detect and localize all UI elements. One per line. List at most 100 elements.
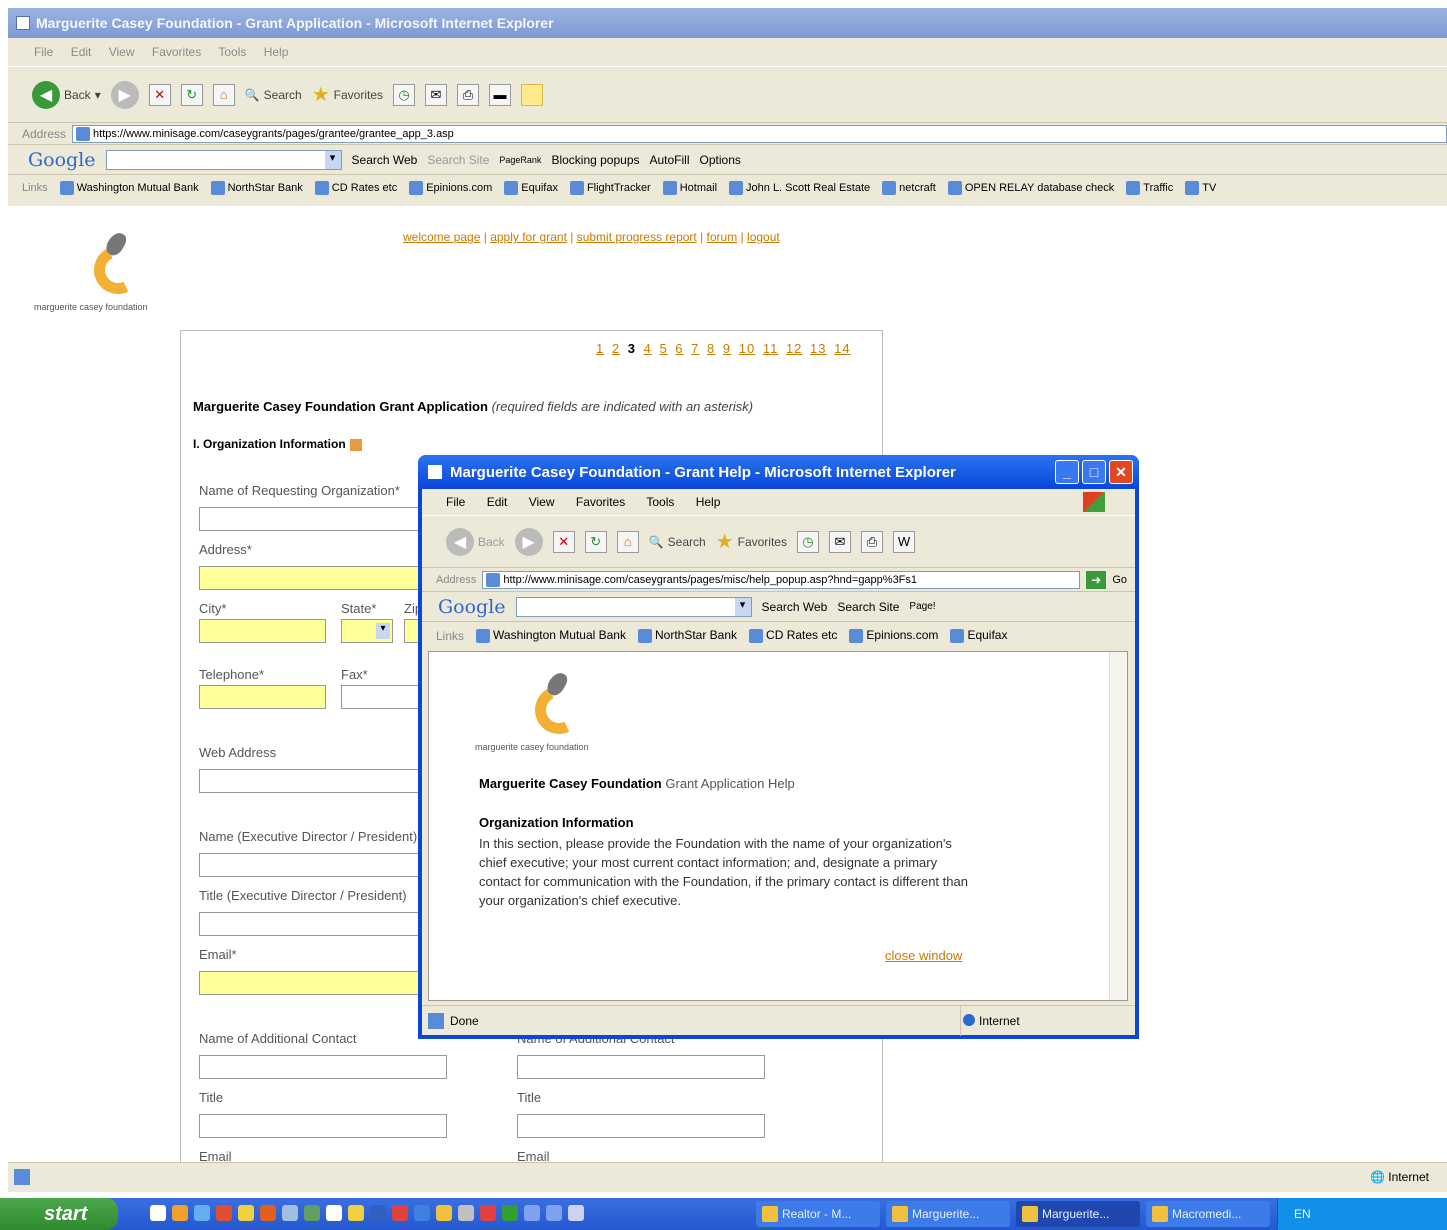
- additional-contact-input-2[interactable]: [517, 1055, 765, 1079]
- home-icon[interactable]: ⌂: [616, 530, 639, 553]
- google-search-input[interactable]: [515, 596, 752, 617]
- link-epinions[interactable]: Epinions.com: [409, 180, 492, 195]
- home-icon[interactable]: ⌂: [212, 83, 235, 106]
- google-search-input[interactable]: [105, 149, 342, 170]
- options-button[interactable]: Options: [700, 153, 741, 167]
- menu-favorites[interactable]: Favorites: [576, 495, 625, 509]
- search-button[interactable]: 🔍 Search: [649, 535, 706, 549]
- quick-launch-icon[interactable]: [480, 1205, 496, 1221]
- link-flighttracker[interactable]: FlightTracker: [569, 180, 651, 195]
- link-traffic[interactable]: Traffic: [1126, 180, 1173, 195]
- taskbar-item[interactable]: Marguerite...: [886, 1201, 1010, 1227]
- popup-address-input[interactable]: http://www.minisage.com/caseygrants/page…: [482, 570, 1081, 589]
- back-button[interactable]: ◀ Back: [446, 527, 505, 556]
- step-link[interactable]: 1: [596, 341, 604, 356]
- popup-blocker-button[interactable]: Blocking popups: [551, 153, 639, 167]
- link-cd-rates[interactable]: CD Rates etc: [314, 180, 397, 195]
- nav-welcome[interactable]: welcome page: [403, 230, 480, 244]
- nav-apply[interactable]: apply for grant: [490, 230, 567, 244]
- step-link[interactable]: 14: [834, 341, 850, 356]
- close-window-link[interactable]: close window: [885, 948, 962, 963]
- quick-launch-icon[interactable]: [326, 1205, 342, 1221]
- quick-launch-icon[interactable]: [458, 1205, 474, 1221]
- link-epinions[interactable]: Epinions.com: [849, 628, 938, 643]
- taskbar-item-active[interactable]: Marguerite...: [1016, 1201, 1140, 1227]
- quick-launch-icon[interactable]: [392, 1205, 408, 1221]
- minimize-button[interactable]: _: [1055, 460, 1079, 484]
- go-arrow-icon[interactable]: ➜: [1086, 570, 1107, 589]
- step-link[interactable]: 7: [691, 341, 699, 356]
- print-icon[interactable]: ⎙: [860, 530, 883, 553]
- language-indicator[interactable]: EN: [1294, 1207, 1311, 1221]
- step-link[interactable]: 8: [707, 341, 715, 356]
- search-button[interactable]: 🔍 Search: [245, 88, 302, 102]
- quick-launch-icon[interactable]: [524, 1205, 540, 1221]
- maximize-button[interactable]: □: [1082, 460, 1106, 484]
- back-button[interactable]: ◀ Back ▾: [32, 80, 101, 109]
- link-washington-mutual[interactable]: Washington Mutual Bank: [59, 180, 199, 195]
- step-link[interactable]: 11: [763, 341, 779, 356]
- history-icon[interactable]: ◷: [796, 530, 819, 553]
- edit-icon[interactable]: ▬: [489, 83, 511, 106]
- web-address-input[interactable]: [199, 769, 449, 793]
- quick-launch-icon[interactable]: [546, 1205, 562, 1221]
- step-link[interactable]: 2: [612, 341, 620, 356]
- search-web-button[interactable]: Search Web: [352, 153, 418, 167]
- favorites-button[interactable]: ★ Favorites: [312, 82, 383, 107]
- menu-edit[interactable]: Edit: [71, 45, 92, 59]
- search-site-button[interactable]: Search Site: [837, 600, 899, 614]
- quick-launch-icon[interactable]: [194, 1205, 210, 1221]
- quick-launch-icon[interactable]: [568, 1205, 584, 1221]
- taskbar-item[interactable]: Realtor - M...: [756, 1201, 880, 1227]
- state-select[interactable]: [341, 619, 393, 643]
- quick-launch-icon[interactable]: [150, 1205, 166, 1221]
- link-netcraft[interactable]: netcraft: [882, 180, 936, 195]
- step-link[interactable]: 5: [659, 341, 667, 356]
- telephone-input[interactable]: [199, 685, 326, 709]
- stop-icon[interactable]: ✕: [148, 83, 171, 106]
- mail-icon[interactable]: ✉: [828, 530, 851, 553]
- refresh-icon[interactable]: ↻: [584, 530, 607, 553]
- stop-icon[interactable]: ✕: [552, 530, 575, 553]
- quick-launch-icon[interactable]: [502, 1205, 518, 1221]
- menu-favorites[interactable]: Favorites: [152, 45, 201, 59]
- messenger-icon[interactable]: [521, 83, 543, 106]
- menu-view[interactable]: View: [109, 45, 135, 59]
- quick-launch-icon[interactable]: [216, 1205, 232, 1221]
- menu-edit[interactable]: Edit: [487, 495, 508, 509]
- step-link[interactable]: 12: [786, 341, 802, 356]
- step-link[interactable]: 4: [644, 341, 652, 356]
- link-open-relay[interactable]: OPEN RELAY database check: [947, 180, 1114, 195]
- search-site-button[interactable]: Search Site: [427, 153, 489, 167]
- menu-help[interactable]: Help: [696, 495, 721, 509]
- google-logo[interactable]: Google: [438, 596, 506, 618]
- link-northstar[interactable]: NorthStar Bank: [637, 628, 737, 643]
- help-icon[interactable]: [349, 438, 362, 451]
- email-input[interactable]: [199, 971, 449, 995]
- menu-tools[interactable]: Tools: [218, 45, 246, 59]
- mail-icon[interactable]: ✉: [425, 83, 447, 106]
- popup-scrollbar[interactable]: [1109, 652, 1127, 1000]
- quick-launch-icon[interactable]: [238, 1205, 254, 1221]
- link-equifax[interactable]: Equifax: [950, 628, 1007, 643]
- link-equifax[interactable]: Equifax: [504, 180, 558, 195]
- taskbar-item[interactable]: Macromedi...: [1146, 1201, 1270, 1227]
- link-john-l-scott[interactable]: John L. Scott Real Estate: [729, 180, 870, 195]
- quick-launch-icon[interactable]: [370, 1205, 386, 1221]
- nav-progress-report[interactable]: submit progress report: [577, 230, 697, 244]
- nav-logout[interactable]: logout: [747, 230, 780, 244]
- quick-launch-icon[interactable]: [414, 1205, 430, 1221]
- step-link[interactable]: 13: [810, 341, 826, 356]
- refresh-icon[interactable]: ↻: [180, 83, 203, 106]
- title-input-2[interactable]: [517, 1114, 765, 1138]
- link-tv[interactable]: TV: [1185, 180, 1216, 195]
- step-link[interactable]: 10: [739, 341, 755, 356]
- menu-view[interactable]: View: [529, 495, 555, 509]
- autofill-button[interactable]: AutoFill: [650, 153, 690, 167]
- quick-launch-icon[interactable]: [172, 1205, 188, 1221]
- link-northstar[interactable]: NorthStar Bank: [210, 180, 303, 195]
- title-input[interactable]: [199, 1114, 447, 1138]
- exec-title-input[interactable]: [199, 912, 449, 936]
- nav-forum[interactable]: forum: [707, 230, 738, 244]
- address-input[interactable]: [199, 566, 449, 590]
